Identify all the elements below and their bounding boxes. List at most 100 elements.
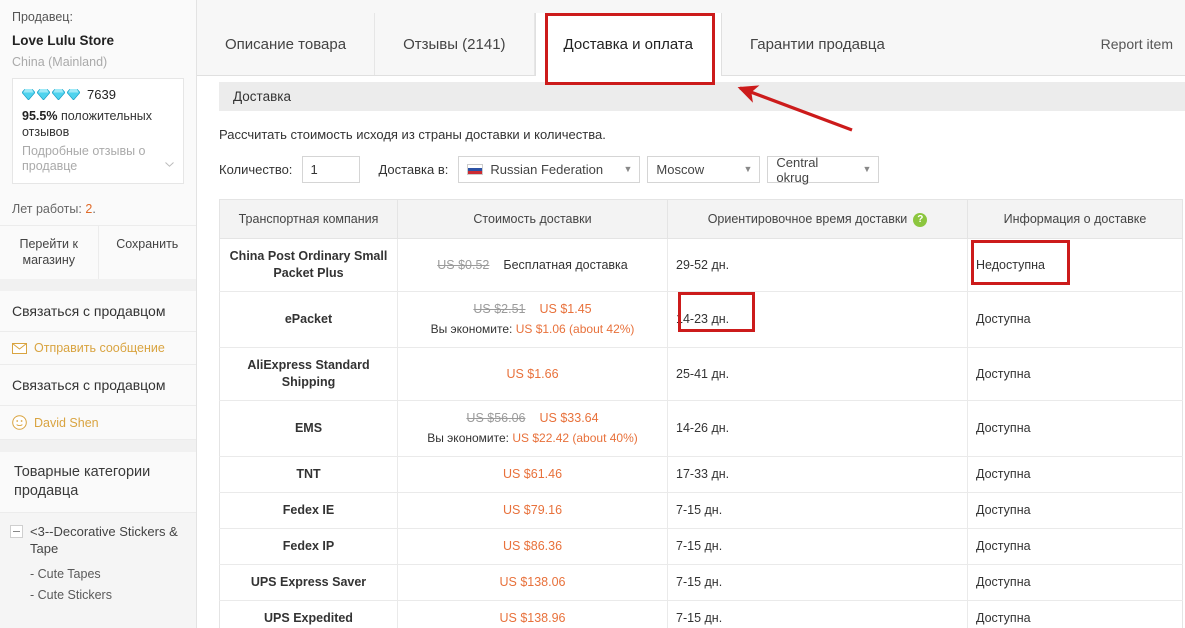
- current-price: US $138.06: [499, 575, 566, 589]
- main-content: Описание товара Отзывы (2141) Доставка и…: [197, 0, 1185, 628]
- cell-cost: US $61.46: [397, 456, 668, 493]
- save-seller-button[interactable]: Сохранить: [99, 226, 197, 279]
- cell-company: ePacket: [219, 291, 398, 348]
- cell-company: AliExpress Standard Shipping: [219, 347, 398, 401]
- original-price: US $2.51: [473, 302, 526, 316]
- seller-country: China (Mainland): [12, 55, 108, 69]
- cell-cost: US $86.36: [397, 528, 668, 565]
- cell-delivery-time: 17-33 дн.: [667, 456, 968, 493]
- table-row: ePacket US $2.51 US $1.45 Вы экономите: US …: [219, 291, 1183, 348]
- category-child-item[interactable]: - Cute Stickers: [0, 581, 196, 602]
- tab-product-description[interactable]: Описание товара: [197, 13, 376, 75]
- tab-shipping-and-payment[interactable]: Доставка и оплата: [534, 13, 722, 76]
- cell-delivery-time: 7-15 дн.: [667, 528, 968, 565]
- free-shipping-label: Бесплатная доставка: [503, 257, 628, 272]
- category-child-item[interactable]: - Cute Tapes: [0, 560, 196, 581]
- savings-label: Вы экономите:: [427, 431, 509, 445]
- years-label: Лет работы:: [12, 202, 82, 216]
- column-header-info: Информация о доставке: [967, 199, 1183, 239]
- chevron-down-icon[interactable]: [165, 162, 174, 167]
- help-icon[interactable]: ?: [913, 212, 928, 227]
- seller-rating-box: 7639 95.5% положительных отзывов Подробн…: [12, 78, 184, 184]
- chevron-down-icon: ▼: [623, 164, 633, 174]
- column-header-cost: Стоимость доставки: [397, 199, 668, 239]
- seller-sidebar: Продавец: Love Lulu Store China (Mainlan…: [0, 0, 197, 628]
- cell-delivery-info: Недоступна: [967, 238, 1183, 292]
- city-select-value: Moscow: [656, 162, 705, 177]
- detailed-reviews-link[interactable]: Подробные отзывы о продавце: [22, 144, 174, 174]
- table-row: Fedex IE US $79.16 7-15 дн. Доступна: [219, 492, 1183, 529]
- avatar-icon: [12, 415, 27, 430]
- table-header-row: Транспортная компания Стоимость доставки…: [219, 199, 1183, 239]
- savings-amount: US $22.42 (about 40%): [512, 431, 638, 445]
- chevron-down-icon: ▼: [743, 164, 753, 174]
- collapse-minus-icon[interactable]: [10, 525, 23, 538]
- cell-delivery-info: Доступна: [967, 600, 1183, 628]
- shipping-table-head: Транспортная компания Стоимость доставки…: [219, 199, 1183, 239]
- sidebar-divider-2: [0, 440, 196, 452]
- tab-reviews[interactable]: Отзывы (2141): [375, 13, 535, 75]
- contact-seller-title-1: Связаться с продавцом: [0, 291, 196, 332]
- cell-company: Fedex IE: [219, 492, 398, 529]
- current-price: US $86.36: [502, 539, 563, 553]
- envelope-icon: [12, 342, 27, 354]
- cell-delivery-time: 7-15 дн.: [667, 564, 968, 601]
- savings-line: Вы экономите: US $1.06 (about 42%): [406, 321, 659, 338]
- city-select[interactable]: Moscow ▼: [647, 156, 761, 183]
- diamond-icon: [52, 89, 65, 100]
- send-message-row[interactable]: Отправить сообщение: [0, 332, 196, 365]
- table-row: UPS Express Saver US $138.06 7-15 дн. Досту…: [219, 564, 1183, 601]
- country-select-value: Russian Federation: [490, 162, 604, 177]
- shipping-section-header: Доставка: [219, 82, 1185, 111]
- seller-action-buttons: Перейти к магазину Сохранить: [0, 225, 196, 279]
- current-price: US $79.16: [502, 503, 563, 517]
- cell-delivery-time: 7-15 дн.: [667, 492, 968, 529]
- cell-delivery-info: Доступна: [967, 400, 1183, 457]
- cell-cost: US $0.52 Бесплатная доставка: [397, 238, 668, 292]
- column-header-time: Ориентировочное время доставки?: [667, 199, 968, 239]
- region-select[interactable]: Central okrug ▼: [767, 155, 880, 185]
- cell-company: UPS Express Saver: [219, 564, 398, 601]
- shipping-methods-table: Транспортная компания Стоимость доставки…: [219, 199, 1183, 628]
- table-row: AliExpress Standard Shipping US $1.66 25-4…: [219, 347, 1183, 401]
- shipping-calc-form: Количество: Доставка в: Russian Federati…: [219, 155, 1185, 185]
- ship-to-label: Доставка в:: [378, 162, 449, 177]
- column-header-time-label: Ориентировочное время доставки: [707, 212, 908, 226]
- current-price: US $1.66: [506, 366, 559, 381]
- cell-cost: US $79.16: [397, 492, 668, 529]
- years-in-business: Лет работы: 2.: [0, 192, 196, 225]
- cell-company: Fedex IP: [219, 528, 398, 565]
- seller-categories-title: Товарные категории продавца: [0, 452, 196, 513]
- positive-percent: 95.5%: [22, 109, 58, 123]
- cell-delivery-info: Доступна: [967, 291, 1183, 348]
- product-tabs: Описание товара Отзывы (2141) Доставка и…: [197, 0, 1185, 76]
- cell-company: TNT: [219, 456, 398, 493]
- visit-store-button[interactable]: Перейти к магазину: [0, 226, 99, 279]
- cell-delivery-info: Доступна: [967, 456, 1183, 493]
- russia-flag-icon: [467, 164, 484, 175]
- cell-delivery-time: 29-52 дн.: [667, 238, 968, 292]
- table-row: TNT US $61.46 17-33 дн. Доступна: [219, 456, 1183, 493]
- cell-delivery-time: 7-15 дн.: [667, 600, 968, 628]
- seller-info-block: Продавец: Love Lulu Store China (Mainlan…: [0, 0, 196, 192]
- savings-line: Вы экономите: US $22.42 (about 40%): [406, 430, 659, 447]
- report-item-link[interactable]: Report item: [1091, 13, 1185, 75]
- category-root-row[interactable]: <3--Decorative Stickers & Tape: [0, 513, 196, 560]
- table-row: EMS US $56.06 US $33.64 Вы экономите: US $2…: [219, 400, 1183, 457]
- cell-delivery-time: 14-23 дн.: [667, 291, 968, 348]
- contact-person-label: David Shen: [34, 415, 99, 430]
- country-select[interactable]: Russian Federation ▼: [458, 156, 641, 183]
- contact-person-row[interactable]: David Shen: [0, 406, 196, 440]
- contact-seller-title-2: Связаться с продавцом: [0, 365, 196, 406]
- seller-name[interactable]: Love Lulu Store: [12, 33, 184, 48]
- quantity-input[interactable]: [302, 156, 361, 183]
- category-root-label: <3--Decorative Stickers & Tape: [30, 524, 178, 556]
- column-header-company: Транспортная компания: [219, 199, 398, 239]
- tab-seller-guarantees[interactable]: Гарантии продавца: [721, 13, 913, 75]
- current-price: US $1.45: [539, 302, 592, 316]
- cell-delivery-info: Доступна: [967, 528, 1183, 565]
- shipping-table-body: China Post Ordinary Small Packet Plus US …: [219, 238, 1183, 628]
- diamond-icon: [22, 89, 35, 100]
- savings-amount: US $1.06 (about 42%): [515, 322, 635, 336]
- feedback-count: 7639: [87, 87, 116, 102]
